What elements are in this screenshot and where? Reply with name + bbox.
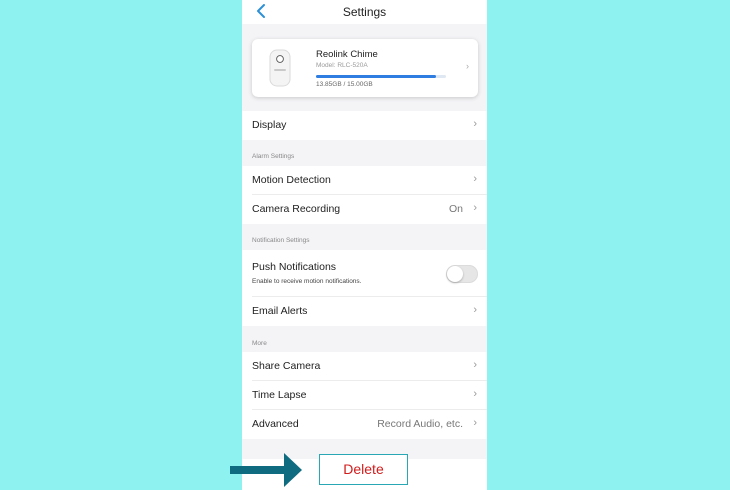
storage-usage: 13.85GB / 15.00GB <box>316 81 373 88</box>
storage-bar <box>316 75 446 78</box>
chevron-right-icon: › <box>473 202 477 214</box>
chevron-right-icon: › <box>473 417 477 429</box>
motion-detection-label: Motion Detection <box>252 174 331 186</box>
chevron-right-icon: › <box>473 388 477 400</box>
camera-recording-label: Camera Recording <box>252 203 341 215</box>
email-alerts-label: Email Alerts <box>252 305 308 317</box>
delete-button[interactable]: Delete <box>319 454 408 485</box>
arrow-right-icon <box>230 453 302 487</box>
chevron-right-icon: › <box>473 304 477 316</box>
motion-detection-row[interactable]: Motion Detection › <box>242 166 487 195</box>
storage-bar-fill <box>316 75 436 78</box>
display-label: Display <box>252 119 287 131</box>
chevron-right-icon: › <box>473 359 477 371</box>
settings-screen: Settings Reolink Chime Model: RLC-520A 1… <box>242 0 487 490</box>
push-notifications-toggle[interactable] <box>446 265 478 283</box>
email-alerts-row[interactable]: Email Alerts › <box>242 297 487 326</box>
chevron-right-icon: › <box>473 173 477 185</box>
chevron-right-icon: › <box>473 118 477 130</box>
section-more: More <box>252 340 267 347</box>
share-camera-row[interactable]: Share Camera › <box>242 352 487 381</box>
camera-recording-value: On <box>448 203 463 215</box>
advanced-value: Record Audio, etc. <box>377 418 463 430</box>
toggle-knob <box>447 266 463 282</box>
camera-recording-row[interactable]: Camera Recording On › <box>242 195 487 224</box>
push-notifications-row: Push Notifications Enable to receive mot… <box>242 250 487 297</box>
display-row[interactable]: Display › <box>242 111 487 140</box>
push-notifications-label: Push Notifications <box>252 261 337 273</box>
advanced-label: Advanced <box>252 418 299 430</box>
device-name: Reolink Chime <box>316 49 378 60</box>
camera-device-image <box>269 49 291 87</box>
top-bar: Settings <box>242 0 487 24</box>
section-alarm-settings: Alarm Settings <box>252 153 295 160</box>
section-notification-settings: Notification Settings <box>252 237 310 244</box>
time-lapse-label: Time Lapse <box>252 389 307 401</box>
chevron-right-icon: › <box>466 61 469 71</box>
device-card[interactable]: Reolink Chime Model: RLC-520A 13.85GB / … <box>252 39 478 97</box>
time-lapse-row[interactable]: Time Lapse › <box>242 381 487 410</box>
share-camera-label: Share Camera <box>252 360 321 372</box>
page-title: Settings <box>342 5 387 19</box>
advanced-row[interactable]: Advanced Record Audio, etc. › <box>242 410 487 439</box>
push-notifications-description: Enable to receive motion notifications. <box>252 278 362 285</box>
device-model: Model: RLC-520A <box>316 62 368 69</box>
